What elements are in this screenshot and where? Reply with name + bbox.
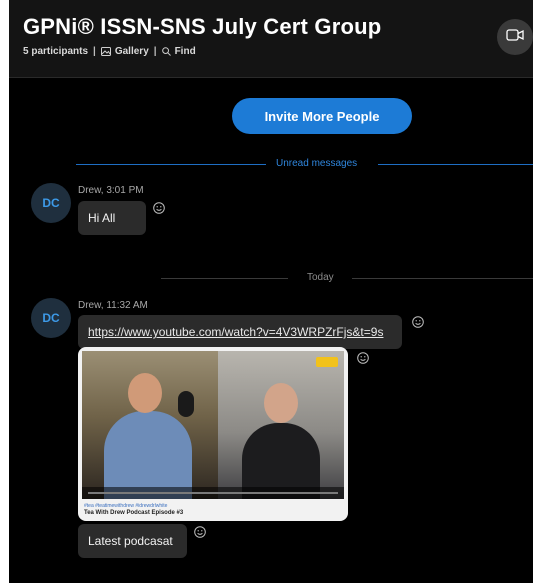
emoji-react-icon[interactable] xyxy=(153,202,165,214)
chat-title: GPNi® ISSN-SNS July Cert Group xyxy=(23,14,382,39)
progress-bar xyxy=(88,492,338,494)
search-icon xyxy=(161,47,171,56)
video-tags: #tea #teatimewithdrew #idrewdrlwhite xyxy=(84,503,168,509)
find-link[interactable]: Find xyxy=(161,46,196,57)
separator-line xyxy=(76,164,266,165)
divider: | xyxy=(153,46,157,57)
find-label: Find xyxy=(174,46,196,57)
gallery-icon xyxy=(100,47,111,56)
separator-line xyxy=(378,164,533,165)
video-thumbnail-left xyxy=(82,351,218,499)
message-link[interactable]: https://www.youtube.com/watch?v=4V3WRPZr… xyxy=(78,315,402,349)
message-bubble: Hi All xyxy=(78,201,146,235)
video-title: Tea With Drew Podcast Episode #3 xyxy=(84,510,184,516)
chat-header: GPNi® ISSN-SNS July Cert Group 5 partici… xyxy=(9,0,533,78)
chat-window: GPNi® ISSN-SNS July Cert Group 5 partici… xyxy=(9,0,533,583)
unread-label: Unread messages xyxy=(276,158,358,169)
avatar[interactable]: DC xyxy=(31,298,71,338)
header-divider xyxy=(9,77,533,78)
invite-more-people-button[interactable]: Invite More People xyxy=(232,98,412,134)
video-controls[interactable] xyxy=(82,487,344,499)
video-call-button[interactable] xyxy=(497,19,533,55)
gallery-link[interactable]: Gallery xyxy=(100,46,149,57)
message-meta: Drew, 3:01 PM xyxy=(78,185,144,196)
participants-link[interactable]: 5 participants xyxy=(23,46,88,57)
chat-subheader: 5 participants | Gallery | Find xyxy=(23,46,196,57)
unread-separator: Unread messages xyxy=(76,157,533,171)
avatar[interactable]: DC xyxy=(31,183,71,223)
gallery-label: Gallery xyxy=(114,46,149,57)
divider: | xyxy=(93,46,96,57)
separator-line xyxy=(352,278,533,279)
separator-line xyxy=(161,278,288,279)
microphone-icon xyxy=(178,391,194,417)
video-thumbnail-right xyxy=(218,351,344,499)
video-preview-card[interactable]: #tea #teatimewithdrew #idrewdrlwhite Tea… xyxy=(78,347,348,521)
message-bubble: Latest podcasat xyxy=(78,524,187,558)
today-label: Today xyxy=(307,272,334,283)
emoji-react-icon[interactable] xyxy=(357,352,369,364)
message-meta: Drew, 11:32 AM xyxy=(78,300,148,311)
video-camera-icon xyxy=(506,28,524,46)
logo-badge xyxy=(316,357,338,367)
today-separator: Today xyxy=(76,271,533,285)
window-edge xyxy=(0,0,9,583)
emoji-react-icon[interactable] xyxy=(412,316,424,328)
emoji-react-icon[interactable] xyxy=(194,526,206,538)
